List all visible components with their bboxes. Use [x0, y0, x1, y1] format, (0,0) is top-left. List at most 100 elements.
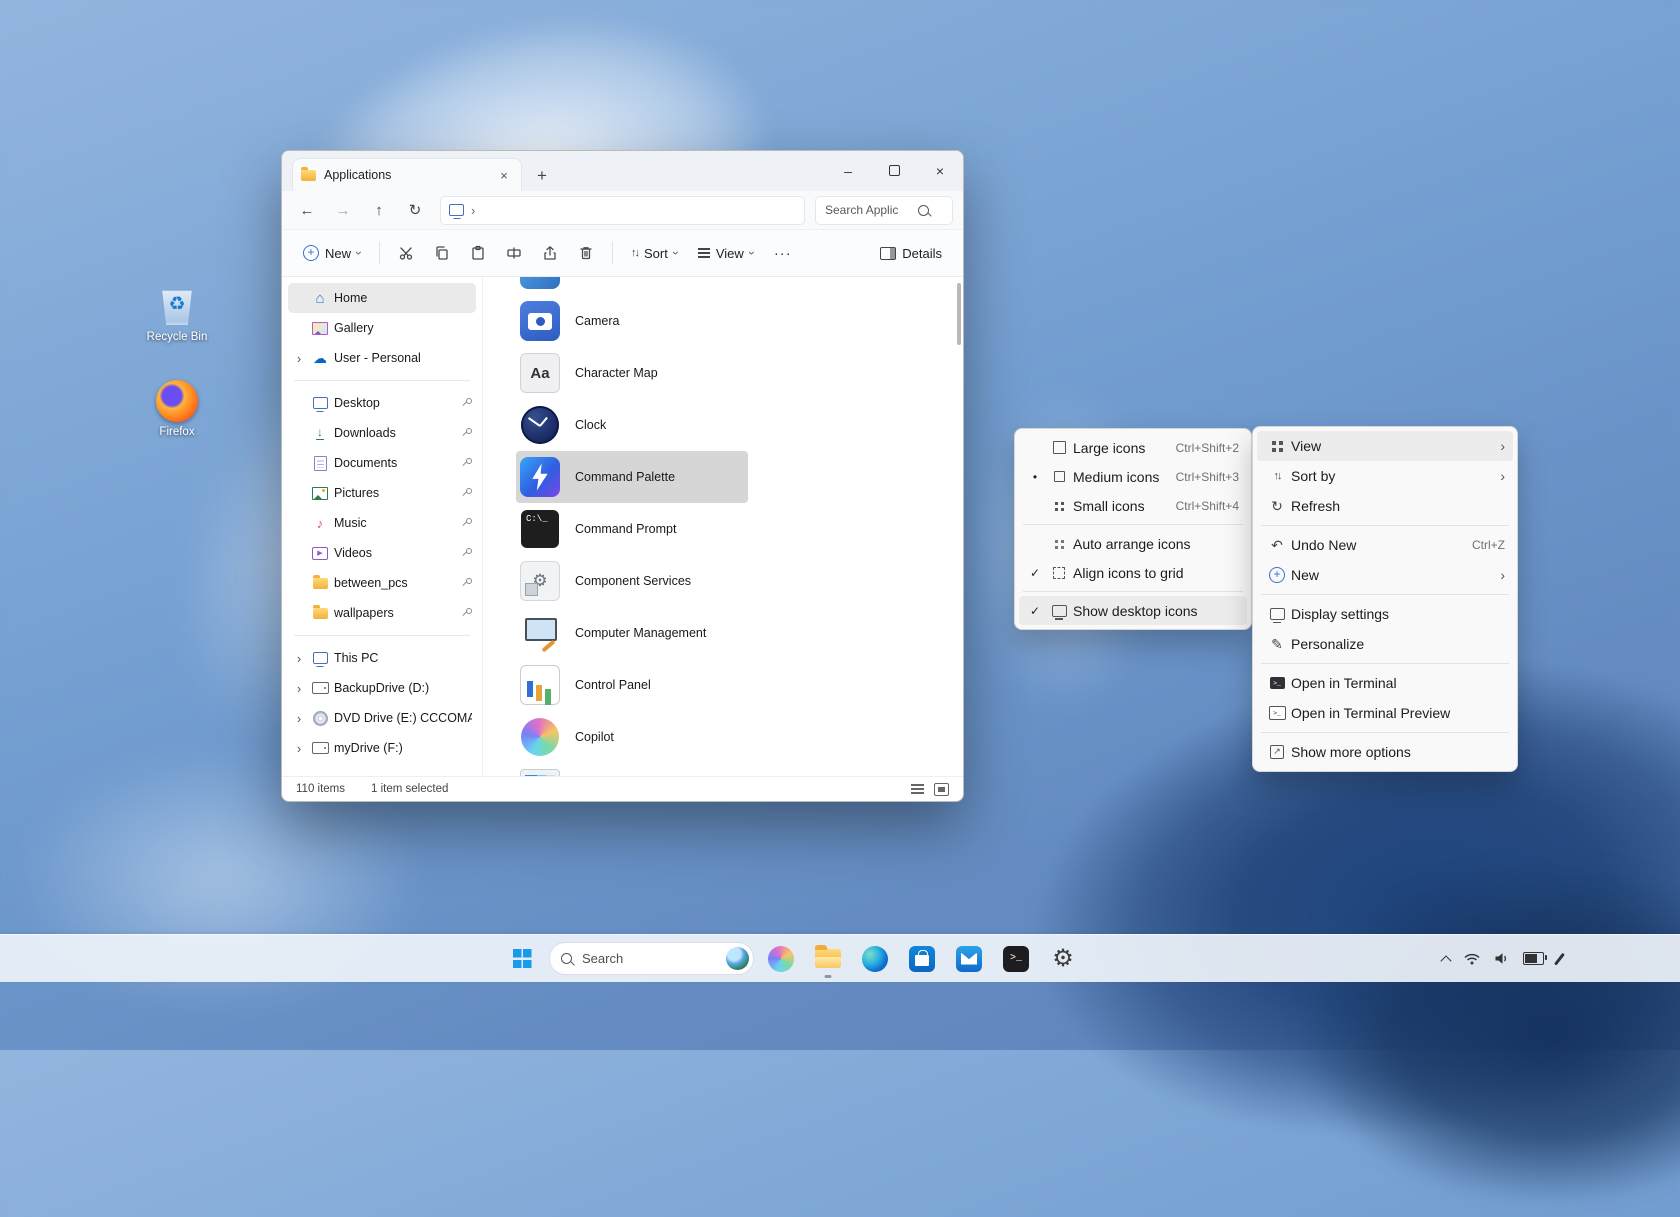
sidebar-item-videos[interactable]: ▶ Videos — [288, 538, 476, 568]
file-item-camera[interactable]: Camera — [516, 295, 963, 347]
new-button[interactable]: + New › — [294, 237, 370, 269]
menu-item-auto-arrange-icons[interactable]: Auto arrange icons — [1019, 529, 1247, 558]
details-button[interactable]: Details — [871, 237, 951, 269]
menu-item-undo-new[interactable]: ↶ Undo New Ctrl+Z — [1257, 530, 1513, 560]
file-item-command-palette[interactable]: Command Palette — [516, 451, 748, 503]
share-button[interactable] — [533, 237, 567, 269]
wifi-icon[interactable] — [1463, 953, 1480, 965]
chevron-down-icon: › — [352, 251, 367, 255]
chevron-right-icon[interactable]: › — [292, 351, 306, 366]
refresh-button[interactable]: ↻ — [400, 197, 430, 223]
pen-icon[interactable] — [1553, 952, 1565, 965]
taskbar-search-box[interactable] — [549, 942, 754, 975]
menu-item-personalize[interactable]: ✎ Personalize — [1257, 629, 1513, 659]
sidebar-item-backupdrive[interactable]: › BackupDrive (D:) — [288, 673, 476, 703]
sidebar-item-music[interactable]: ♪ Music — [288, 508, 476, 538]
taskbar-terminal-button[interactable]: >_ — [996, 939, 1036, 979]
forward-button[interactable]: → — [328, 197, 358, 223]
taskbar-settings-button[interactable]: ⚙ — [1043, 939, 1083, 979]
delete-button[interactable] — [569, 237, 603, 269]
rename-button[interactable] — [497, 237, 531, 269]
sidebar-item-desktop[interactable]: Desktop — [288, 388, 476, 418]
taskbar-edge-button[interactable] — [855, 939, 895, 979]
menu-item-refresh[interactable]: ↻ Refresh — [1257, 491, 1513, 521]
menu-shortcut: Ctrl+Shift+2 — [1175, 440, 1239, 455]
scrollbar-thumb[interactable] — [957, 283, 961, 345]
tab-close-icon[interactable]: × — [495, 168, 513, 183]
taskbar-search-input[interactable] — [580, 950, 694, 967]
back-button[interactable]: ← — [292, 197, 322, 223]
file-row-clipped[interactable] — [516, 277, 963, 295]
chevron-right-icon[interactable]: › — [292, 741, 306, 756]
menu-item-new[interactable]: + New › — [1257, 560, 1513, 590]
menu-item-sort-by[interactable]: ↑↓ Sort by › — [1257, 461, 1513, 491]
desktop-icon-firefox[interactable]: Firefox — [129, 380, 225, 438]
menu-item-small-icons[interactable]: Small icons Ctrl+Shift+4 — [1019, 491, 1247, 520]
menu-item-show-desktop-icons[interactable]: ✓ Show desktop icons — [1019, 596, 1247, 625]
sidebar-item-this-pc[interactable]: › This PC — [288, 643, 476, 673]
menu-item-medium-icons[interactable]: • Medium icons Ctrl+Shift+3 — [1019, 462, 1247, 491]
rename-icon — [507, 247, 521, 259]
file-item-component-services[interactable]: ⚙ Component Services — [516, 555, 963, 607]
file-item-label: Character Map — [575, 366, 658, 380]
sidebar-item-gallery[interactable]: Gallery — [288, 313, 476, 343]
maximize-button[interactable] — [871, 151, 917, 191]
chevron-right-icon[interactable]: › — [292, 711, 306, 726]
desktop-icon-recycle-bin[interactable]: ♻ Recycle Bin — [129, 283, 225, 343]
chevron-right-icon[interactable]: › — [292, 651, 306, 666]
file-item-copilot[interactable]: Copilot — [516, 711, 963, 763]
paste-button[interactable] — [461, 237, 495, 269]
sidebar-item-onedrive-personal[interactable]: › ☁ User - Personal — [288, 343, 476, 373]
menu-item-label: Open in Terminal — [1291, 675, 1397, 691]
file-item-character-map[interactable]: Aa Character Map — [516, 347, 963, 399]
minimize-button[interactable]: – — [825, 151, 871, 191]
sidebar-item-documents[interactable]: Documents — [288, 448, 476, 478]
menu-item-view[interactable]: View › — [1257, 431, 1513, 461]
menu-item-large-icons[interactable]: Large icons Ctrl+Shift+2 — [1019, 433, 1247, 462]
file-item-defragment[interactable]: Defragment and Optimize Drives — [516, 763, 963, 776]
large-thumbnail-view-toggle-icon[interactable] — [934, 782, 949, 796]
file-item-computer-management[interactable]: Computer Management — [516, 607, 963, 659]
battery-icon[interactable] — [1522, 952, 1547, 965]
hidden-icons-chevron[interactable] — [1439, 954, 1452, 967]
copy-icon — [436, 246, 448, 260]
view-button[interactable]: View › — [689, 237, 763, 269]
sidebar-item-label: wallpapers — [334, 606, 394, 620]
explorer-search-input[interactable] — [823, 202, 913, 218]
sidebar-item-wallpapers[interactable]: wallpapers — [288, 598, 476, 628]
explorer-tab-applications[interactable]: Applications × — [292, 158, 522, 191]
explorer-search-box[interactable] — [815, 195, 953, 225]
file-item-command-prompt[interactable]: C:\_ Command Prompt — [516, 503, 963, 555]
taskbar-mail-button[interactable] — [949, 939, 989, 979]
file-item-clock[interactable]: Clock — [516, 399, 963, 451]
volume-icon[interactable] — [1494, 952, 1509, 965]
taskbar-file-explorer-button[interactable] — [808, 939, 848, 979]
address-bar[interactable]: › — [440, 195, 805, 225]
cut-button[interactable] — [389, 237, 423, 269]
menu-item-display-settings[interactable]: Display settings — [1257, 599, 1513, 629]
sidebar-item-downloads[interactable]: ↓ Downloads — [288, 418, 476, 448]
sidebar-item-pictures[interactable]: Pictures — [288, 478, 476, 508]
file-item-control-panel[interactable]: Control Panel — [516, 659, 963, 711]
sidebar-item-between-pcs[interactable]: between_pcs — [288, 568, 476, 598]
search-highlight-icon[interactable] — [726, 947, 749, 970]
new-tab-button[interactable]: + — [530, 166, 554, 186]
start-button[interactable] — [502, 939, 542, 979]
sidebar-item-dvd-drive[interactable]: › DVD Drive (E:) CCCOMA_X64FR — [288, 703, 476, 733]
details-view-toggle-icon[interactable] — [911, 784, 924, 786]
up-button[interactable]: ↑ — [364, 197, 394, 223]
see-more-button[interactable]: ··· — [765, 237, 801, 269]
file-list-area: Camera Aa Character Map Clock Command Pa… — [483, 277, 963, 776]
menu-item-open-in-terminal-preview[interactable]: >_ Open in Terminal Preview — [1257, 698, 1513, 728]
menu-item-align-icons-to-grid[interactable]: ✓ Align icons to grid — [1019, 558, 1247, 587]
chevron-right-icon[interactable]: › — [292, 681, 306, 696]
sort-button[interactable]: ↑↓ Sort › — [622, 237, 687, 269]
sidebar-item-home[interactable]: ⌂ Home — [288, 283, 476, 313]
close-button[interactable]: × — [917, 151, 963, 191]
menu-item-show-more-options[interactable]: ↗ Show more options — [1257, 737, 1513, 767]
copy-button[interactable] — [425, 237, 459, 269]
sidebar-item-mydrive[interactable]: › myDrive (F:) — [288, 733, 476, 763]
taskbar-store-button[interactable] — [902, 939, 942, 979]
menu-item-open-in-terminal[interactable]: >_ Open in Terminal — [1257, 668, 1513, 698]
taskbar-copilot-button[interactable] — [761, 939, 801, 979]
